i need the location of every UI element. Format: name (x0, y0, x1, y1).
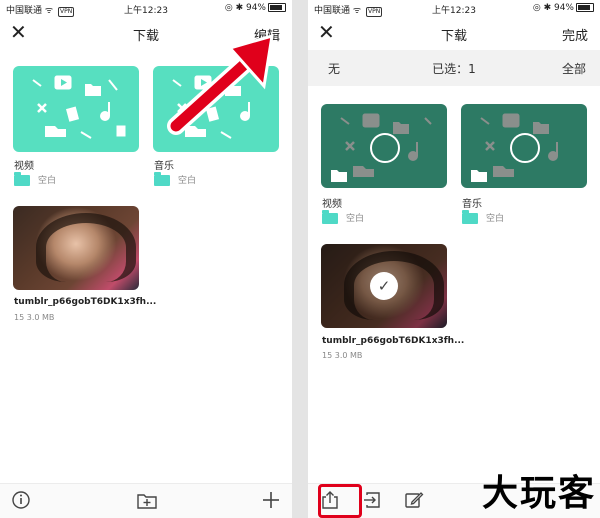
battery-percent: 94% (553, 3, 574, 13)
folder-info-music: 空白 (462, 210, 505, 224)
status-bar: 中国联通 ᯤ VPN 上午12:23 ◎ ✱ 94% (308, 0, 600, 18)
unselected-indicator[interactable] (510, 133, 540, 163)
file-meta: 15 3.0 MB (14, 313, 55, 322)
share-highlight-box (318, 484, 362, 518)
edit-icon[interactable] (404, 490, 424, 514)
folder-status: 空白 (486, 214, 505, 224)
folder-icon (322, 210, 338, 224)
battery-percent: 94% (245, 3, 266, 13)
done-button[interactable]: 完成 (562, 25, 588, 44)
battery-icon (576, 3, 594, 12)
left-screen: 中国联通 ᯤ VPN 上午12:23 ◎ ✱ 94% ✕ 下载 编辑 视 (0, 0, 292, 518)
folder-icon (462, 210, 478, 224)
video-thumbnail-selected[interactable]: ✓ (321, 244, 447, 328)
folder-icon (154, 172, 170, 186)
folder-info-video: 空白 (14, 172, 57, 186)
unselected-indicator[interactable] (370, 133, 400, 163)
move-icon[interactable] (362, 490, 382, 514)
folder-name-video: 视频 (322, 199, 342, 210)
page-title: 下载 (440, 29, 467, 44)
folder-card-music[interactable] (461, 104, 587, 188)
folder-status: 空白 (38, 176, 57, 186)
file-meta: 15 3.0 MB (322, 351, 363, 360)
checkmark-icon[interactable]: ✓ (370, 272, 398, 300)
selection-bar: 无 已选：1 全部 (308, 50, 600, 86)
folder-icon (14, 172, 30, 186)
folder-card-video[interactable] (13, 66, 139, 152)
folder-status: 空白 (178, 176, 197, 186)
nav-bar: ✕ 下载 完成 (308, 18, 600, 48)
file-name: tumblr_p66gobT6DK1x3fh... (322, 336, 465, 346)
selected-count: 已选：1 (432, 62, 476, 76)
video-thumbnail[interactable] (13, 206, 139, 290)
right-screen: 中国联通 ᯤ VPN 上午12:23 ◎ ✱ 94% ✕ 下载 完成 无 已选：… (308, 0, 600, 518)
new-folder-icon[interactable] (136, 490, 158, 514)
folder-info-video: 空白 (322, 210, 365, 224)
folder-name-video: 视频 (14, 161, 34, 172)
file-name: tumblr_p66gobT6DK1x3fh... (14, 297, 157, 307)
battery-icon (268, 3, 286, 12)
folder-name-music: 音乐 (462, 199, 482, 210)
folder-status: 空白 (346, 214, 365, 224)
folder-card-video[interactable] (321, 104, 447, 188)
select-all-button[interactable]: 全部 (562, 60, 586, 77)
bottom-toolbar (0, 483, 292, 518)
info-icon[interactable] (11, 490, 31, 514)
folder-info-music: 空白 (154, 172, 197, 186)
red-arrow-annotation (167, 33, 274, 135)
add-icon[interactable] (261, 490, 281, 514)
watermark-logo: 大玩客 (481, 472, 596, 514)
status-bar: 中国联通 ᯤ VPN 上午12:23 ◎ ✱ 94% (0, 0, 292, 18)
video-folder-art (32, 75, 126, 139)
share-icon[interactable] (318, 484, 362, 518)
folder-name-music: 音乐 (154, 161, 174, 172)
